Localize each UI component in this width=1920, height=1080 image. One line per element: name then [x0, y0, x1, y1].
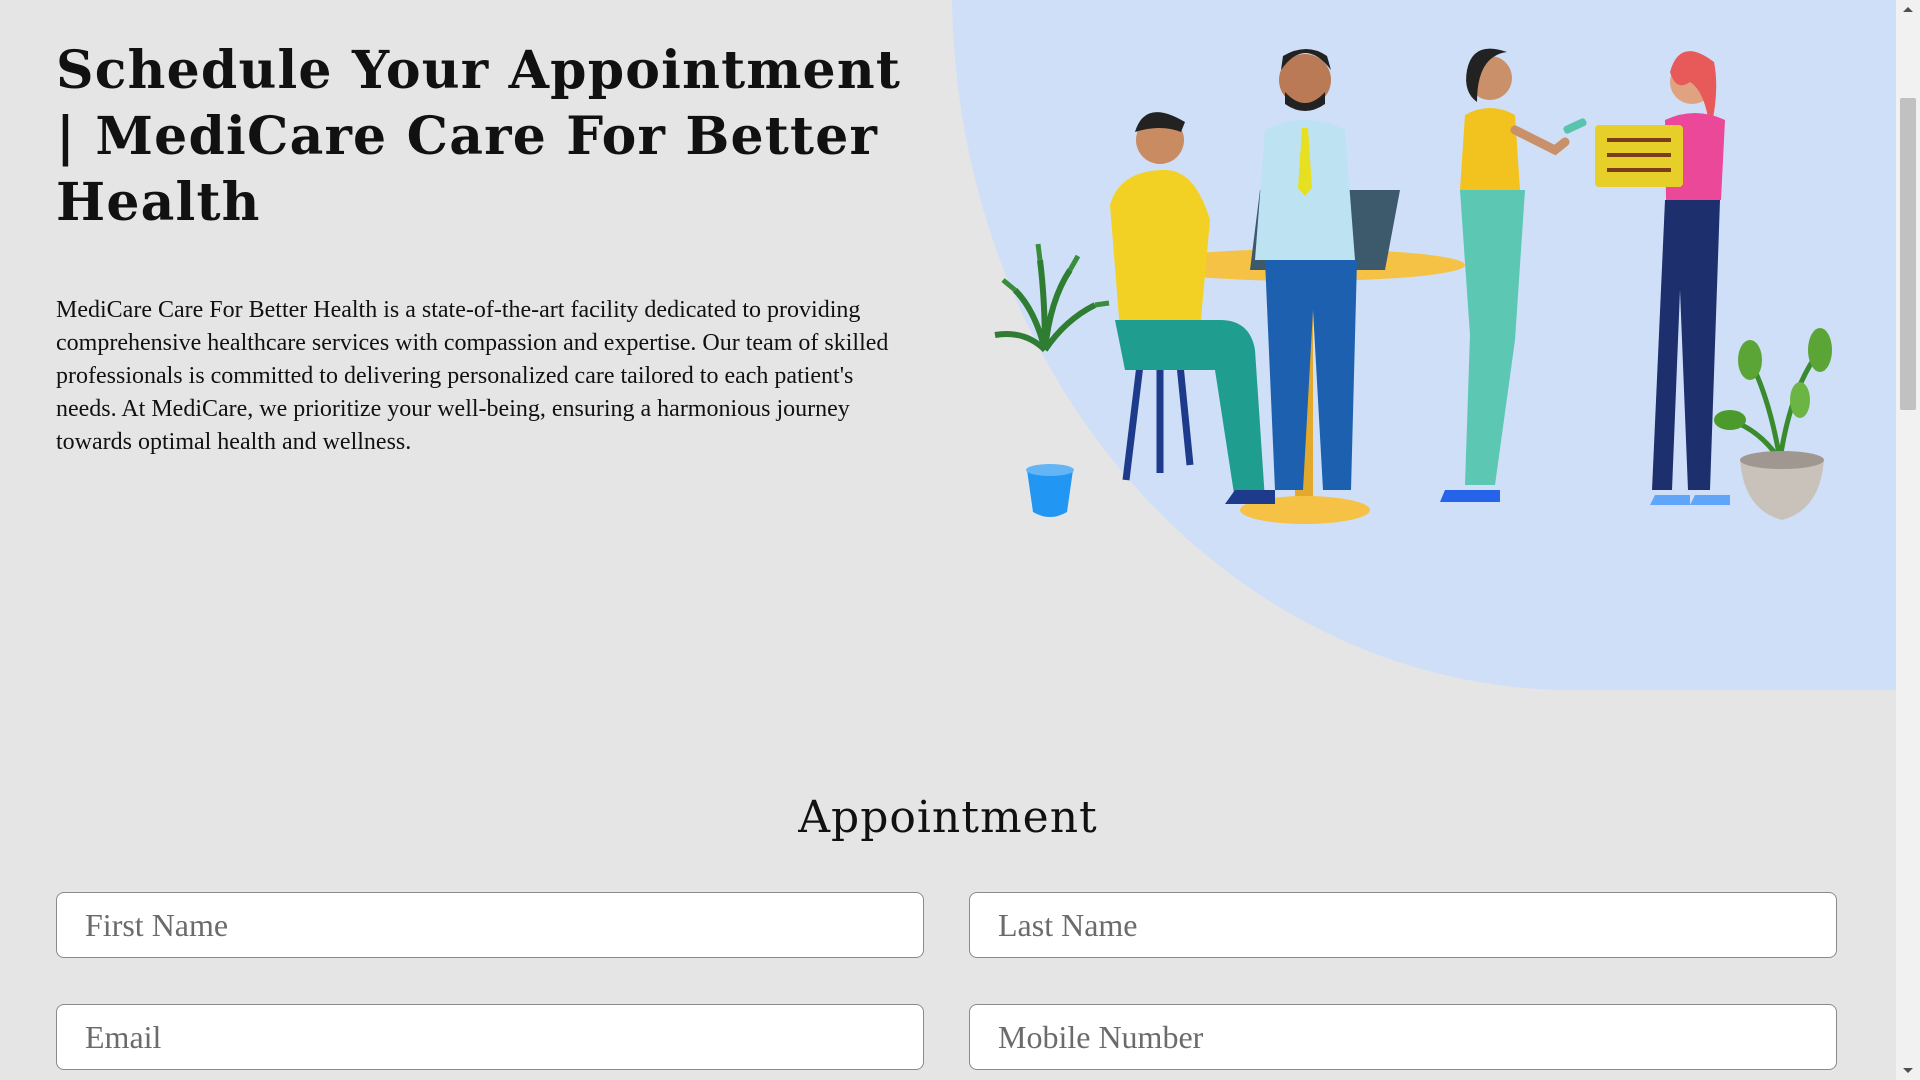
vertical-scrollbar[interactable] [1896, 0, 1920, 1080]
standing-man-illustration [1255, 49, 1357, 490]
right-plant-illustration [1714, 328, 1832, 520]
mobile-number-input[interactable] [969, 1004, 1837, 1070]
appointment-form-title: Appointment [798, 792, 1098, 843]
hero-description: MediCare Care For Better Health is a sta… [56, 297, 889, 455]
woman-with-chart-illustration [1595, 51, 1730, 505]
scroll-down-arrow-icon[interactable] [1896, 1060, 1920, 1080]
scrollbar-thumb[interactable] [1900, 98, 1916, 410]
standing-woman-illustration [1440, 48, 1587, 502]
last-name-input[interactable] [969, 892, 1837, 958]
stool-illustration [1122, 351, 1194, 481]
team-illustration [994, 48, 1832, 524]
seated-man-illustration [1110, 112, 1275, 504]
email-input[interactable] [56, 1004, 924, 1070]
first-name-input[interactable] [56, 892, 924, 958]
left-plant-illustration [994, 243, 1110, 517]
hero-text: Schedule Your Appointment | MediCare Car… [56, 38, 906, 459]
page-title: Schedule Your Appointment | MediCare Car… [56, 40, 902, 233]
page: Schedule Your Appointment | MediCare Car… [0, 0, 1896, 1080]
scroll-up-arrow-icon[interactable] [1896, 0, 1920, 20]
